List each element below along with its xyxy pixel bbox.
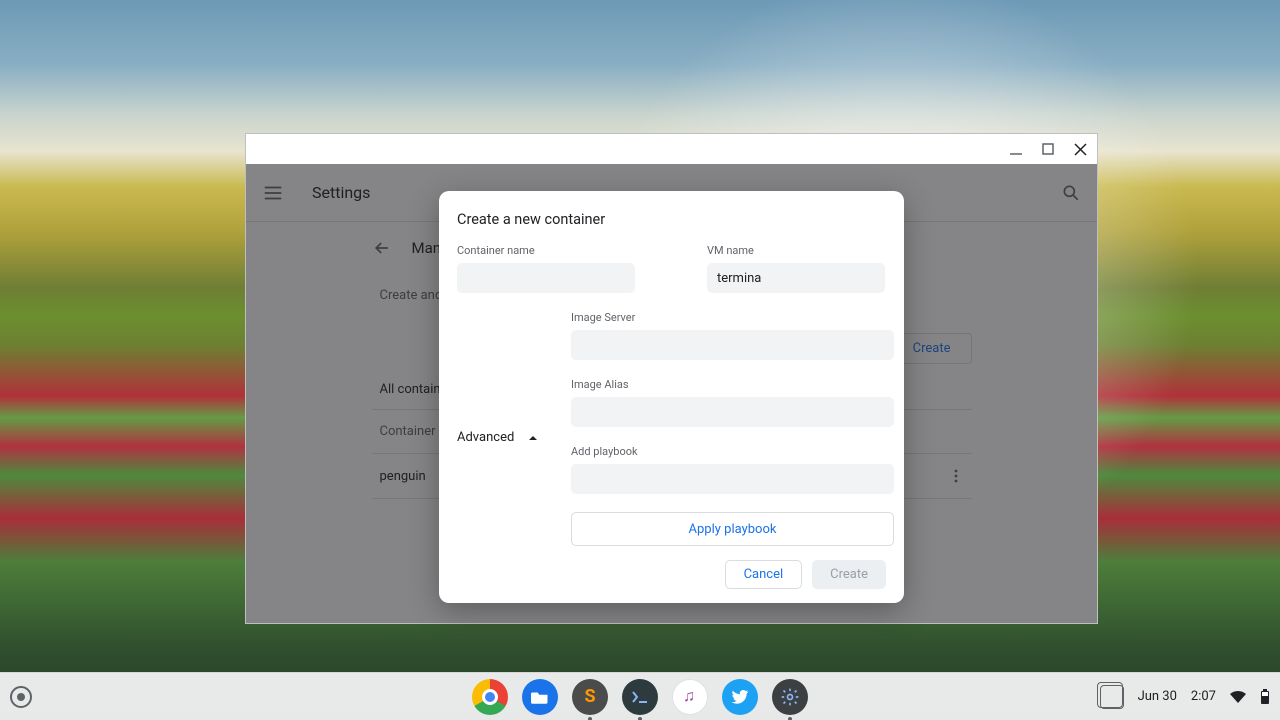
image-alias-input[interactable] — [571, 397, 894, 427]
container-name-field: Container name — [457, 244, 635, 293]
wifi-icon — [1230, 691, 1246, 703]
add-playbook-field: Add playbook — [571, 445, 894, 494]
music-icon[interactable] — [672, 679, 708, 715]
vm-name-label: VM name — [707, 244, 885, 257]
advanced-toggle[interactable]: Advanced — [457, 311, 547, 546]
image-alias-label: Image Alias — [571, 378, 894, 391]
add-playbook-label: Add playbook — [571, 445, 894, 458]
advanced-label: Advanced — [457, 430, 514, 445]
launcher-icon[interactable] — [10, 686, 32, 708]
terminal-icon[interactable] — [622, 679, 658, 715]
dialog-title: Create a new container — [457, 211, 886, 228]
window-title-bar — [246, 134, 1097, 164]
status-date: Jun 30 — [1138, 689, 1177, 704]
twitter-icon[interactable] — [722, 679, 758, 715]
shelf: S Jun 30 2:07 — [0, 672, 1280, 720]
image-server-input[interactable] — [571, 330, 894, 360]
image-server-label: Image Server — [571, 311, 894, 324]
vm-name-input[interactable] — [707, 263, 885, 293]
shelf-apps: S — [472, 679, 808, 715]
close-icon[interactable] — [1073, 142, 1087, 156]
image-alias-field: Image Alias — [571, 378, 894, 427]
chrome-icon[interactable] — [472, 679, 508, 715]
battery-icon — [1260, 689, 1270, 705]
container-name-input[interactable] — [457, 263, 635, 293]
vm-name-field: VM name — [707, 244, 885, 293]
apply-playbook-button[interactable]: Apply playbook — [571, 512, 894, 546]
create-container-dialog: Create a new container Container name VM… — [439, 191, 904, 603]
desktop-wallpaper: Settings Manage extra containers Create … — [0, 0, 1280, 720]
status-time: 2:07 — [1191, 689, 1216, 704]
chevron-up-icon — [528, 433, 538, 443]
maximize-icon[interactable] — [1041, 142, 1055, 156]
tray-icon[interactable] — [1100, 685, 1124, 709]
settings-shelf-icon[interactable] — [772, 679, 808, 715]
container-name-label: Container name — [457, 244, 635, 257]
image-server-field: Image Server — [571, 311, 894, 360]
sublime-icon[interactable]: S — [572, 679, 608, 715]
create-button[interactable]: Create — [812, 560, 886, 589]
minimize-icon[interactable] — [1009, 142, 1023, 156]
shelf-status[interactable]: Jun 30 2:07 — [1100, 685, 1270, 709]
add-playbook-input[interactable] — [571, 464, 894, 494]
cancel-button[interactable]: Cancel — [725, 560, 803, 589]
files-icon[interactable] — [522, 679, 558, 715]
